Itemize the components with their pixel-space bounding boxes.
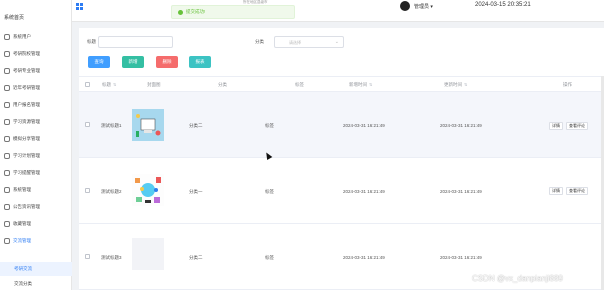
row-checkbox[interactable] [85,254,90,259]
search-button[interactable]: 查询 [88,56,110,68]
row-updated: 2024-03-31 16:21:49 [440,189,482,194]
row-category: 分类一 [189,189,203,194]
check-circle-icon [178,9,183,15]
chat-icon [4,237,10,244]
title-search-input[interactable] [98,36,173,48]
row-tag: 标签 [265,189,274,194]
chevron-down-icon: ▾ [430,4,433,10]
sidebar-item-mock-share[interactable]: 模拟分享管理 [0,130,72,147]
bell-icon [4,169,10,176]
folder-icon [4,118,10,125]
sidebar-item-system-users[interactable]: 系统用户 [0,28,72,45]
table-row: 测试标题1 分类二 标签 2024-03-31 16:21:49 2024-03… [79,92,604,158]
row-category: 分类二 [189,255,203,260]
form-icon [4,101,10,108]
cover-image-art [132,174,164,206]
row-created: 2024-03-31 16:21:49 [343,255,385,260]
sidebar-item-registrations[interactable]: 用户报名管理 [0,96,72,113]
cover-image-art [132,109,164,141]
csdn-watermark: CSDN @vx_danpianji889 [472,274,563,283]
header-category: 分类 [218,82,227,87]
report-button[interactable]: 报表 [189,56,211,68]
category-filter-label: 分类 [255,39,264,44]
sidebar-item-system[interactable]: 系统管理 [0,181,72,198]
star-icon [4,220,10,227]
detail-button[interactable]: 详情 [549,187,563,195]
cover-image [132,109,164,141]
sidebar-subitem-exchange-category[interactable]: 交流分类 [0,278,72,290]
book-icon [4,67,10,74]
calendar-icon [4,152,10,159]
row-updated: 2024-03-31 16:21:49 [440,123,482,128]
row-title: 测试标题2 [101,189,122,194]
menu-grid-icon[interactable] [76,3,83,10]
school-icon [4,50,10,57]
header-cover: 封面图 [147,82,161,87]
gear-icon [4,186,10,193]
header-updated[interactable]: 更新时间 ⇅ [444,82,467,88]
cover-image-placeholder [132,238,164,270]
user-icon [4,33,10,40]
sidebar-item-exchange[interactable]: 交流管理 [0,232,72,249]
sidebar-item-recent-exams[interactable]: 近年考研管理 [0,79,72,96]
row-title: 测试标题3 [101,255,122,260]
row-created: 2024-03-31 16:21:49 [343,189,385,194]
sidebar-item-resources[interactable]: 学习资源管理 [0,113,72,130]
sidebar-item-favorites[interactable]: 收藏管理 [0,215,72,232]
view-comments-button[interactable]: 查看评论 [566,187,588,195]
row-checkbox[interactable] [85,122,90,127]
select-all-checkbox[interactable] [85,82,90,87]
row-checkbox[interactable] [85,188,90,193]
sidebar-item-majors[interactable]: 考研专业管理 [0,62,72,79]
megaphone-icon [4,203,10,210]
sidebar-item-universities[interactable]: 考研院校管理 [0,45,72,62]
sidebar-item-study-reminder[interactable]: 学习提醒管理 [0,164,72,181]
sidebar-subitem-exam-exchange[interactable]: 考研交流 [0,262,72,276]
avatar[interactable] [400,1,410,11]
sidebar: 系统首页 系统用户 考研院校管理 考研专业管理 近年考研管理 用户报名管理 学习… [0,0,72,290]
main-panel: 标题 分类 请选择 ⌄ 查询 新增 删除 报表 标题 ⇅ 封面图 分类 标签 新增时… [79,28,604,290]
view-comments-button[interactable]: 查看评论 [566,122,588,130]
datetime: 2024-03-15 20:35:21 [475,2,531,8]
document-icon [4,84,10,91]
add-button[interactable]: 新增 [122,56,144,68]
row-updated: 2024-03-31 16:21:49 [440,255,482,260]
table-row: 测试标题2 分类一 标签 2024-03-31 16:21:49 2024-03… [79,158,604,224]
title-filter-label: 标题 [87,39,96,44]
row-tag: 标签 [265,123,274,128]
header-tag: 标签 [295,82,304,87]
header-actions: 操作 [563,82,572,87]
row-title: 测试标题1 [101,123,122,128]
category-select[interactable]: 请选择 ⌄ [274,36,344,48]
table-header: 标题 ⇅ 封面图 分类 标签 新增时间 ⇅ 更新时间 ⇅ 操作 [79,76,604,92]
row-created: 2024-03-31 16:21:49 [343,123,385,128]
delete-button[interactable]: 删除 [156,56,178,68]
sidebar-home[interactable]: 系统首页 [4,14,24,21]
header-created[interactable]: 新增时间 ⇅ [349,82,372,88]
cover-image [132,174,164,206]
chevron-down-icon: ⌄ [334,39,339,45]
admin-menu[interactable]: 管理员 ▾ [414,3,433,10]
success-toast: 提交成功! [171,5,295,19]
share-icon [4,135,10,142]
sidebar-item-study-plan[interactable]: 学习计划管理 [0,147,72,164]
header-title[interactable]: 标题 ⇅ [102,82,116,88]
row-tag: 标签 [265,255,274,260]
row-category: 分类二 [189,123,203,128]
sidebar-item-announcements[interactable]: 公告资讯管理 [0,198,72,215]
detail-button[interactable]: 详情 [549,122,563,130]
